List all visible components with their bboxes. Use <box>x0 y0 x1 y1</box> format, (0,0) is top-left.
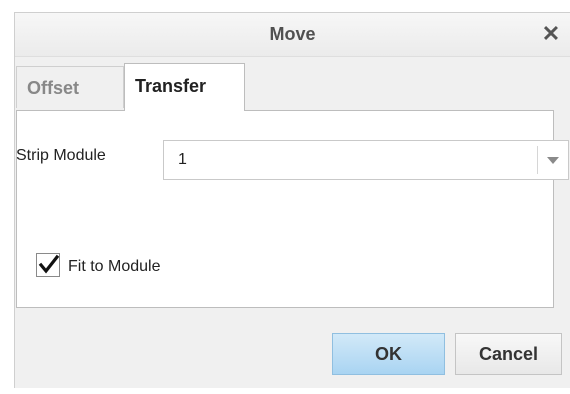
cancel-button[interactable]: Cancel <box>455 333 562 375</box>
dialog-title: Move <box>269 24 316 44</box>
fit-to-module-checkbox[interactable] <box>36 253 60 277</box>
dialog-titlebar: Move ✕ <box>15 13 570 57</box>
select-divider <box>537 146 538 174</box>
close-button[interactable]: ✕ <box>538 21 564 47</box>
strip-module-value: 1 <box>178 151 187 168</box>
close-icon: ✕ <box>541 21 561 46</box>
strip-module-label: Strip Module <box>16 147 106 164</box>
chevron-down-icon[interactable] <box>547 157 559 164</box>
strip-module-select[interactable]: 1 <box>163 140 569 180</box>
ok-button[interactable]: OK <box>332 333 445 375</box>
tab-offset[interactable]: Offset <box>16 66 124 108</box>
checkmark-icon <box>38 254 60 274</box>
tab-transfer[interactable]: Transfer <box>124 63 245 111</box>
fit-to-module-label[interactable]: Fit to Module <box>68 258 160 276</box>
